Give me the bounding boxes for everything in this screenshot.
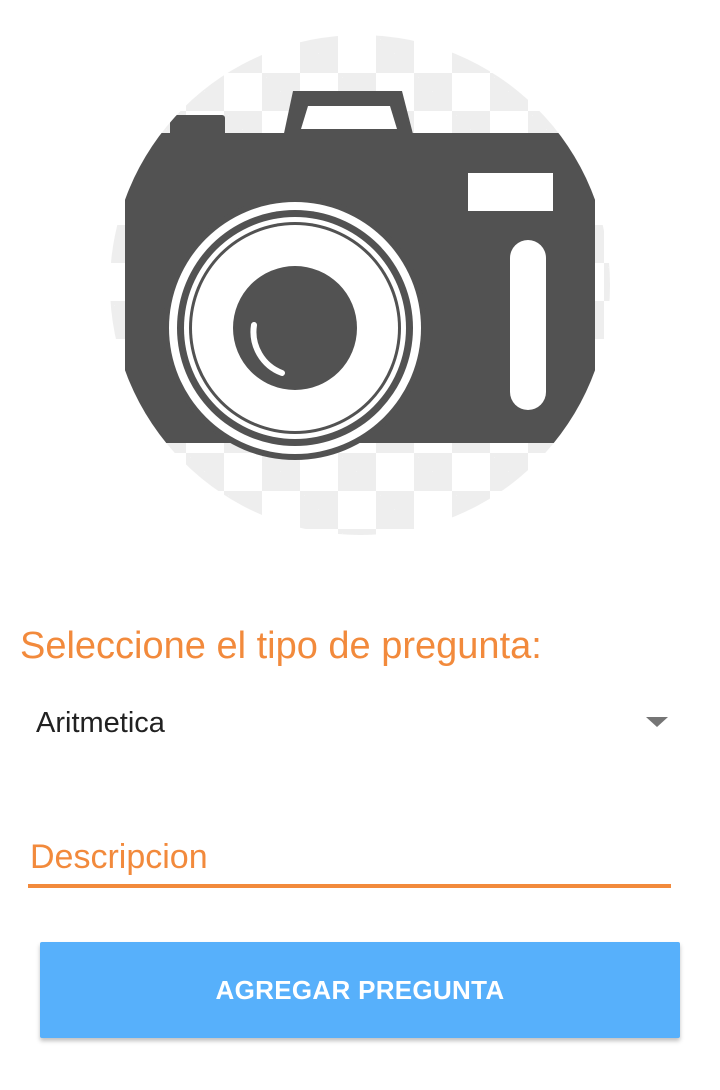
question-type-selected-value: Aritmetica — [36, 707, 165, 739]
question-type-dropdown[interactable]: Aritmetica — [20, 690, 690, 756]
dropdown-arrow-icon — [646, 717, 668, 727]
add-question-screen: Seleccione el tipo de pregunta: Aritmeti… — [0, 0, 720, 1090]
description-input[interactable] — [28, 830, 671, 888]
camera-icon — [125, 91, 595, 460]
add-question-button[interactable]: AGREGAR PREGUNTA — [40, 942, 680, 1038]
question-type-label: Seleccione el tipo de pregunta: — [20, 625, 542, 667]
photo-picker[interactable] — [110, 35, 610, 535]
